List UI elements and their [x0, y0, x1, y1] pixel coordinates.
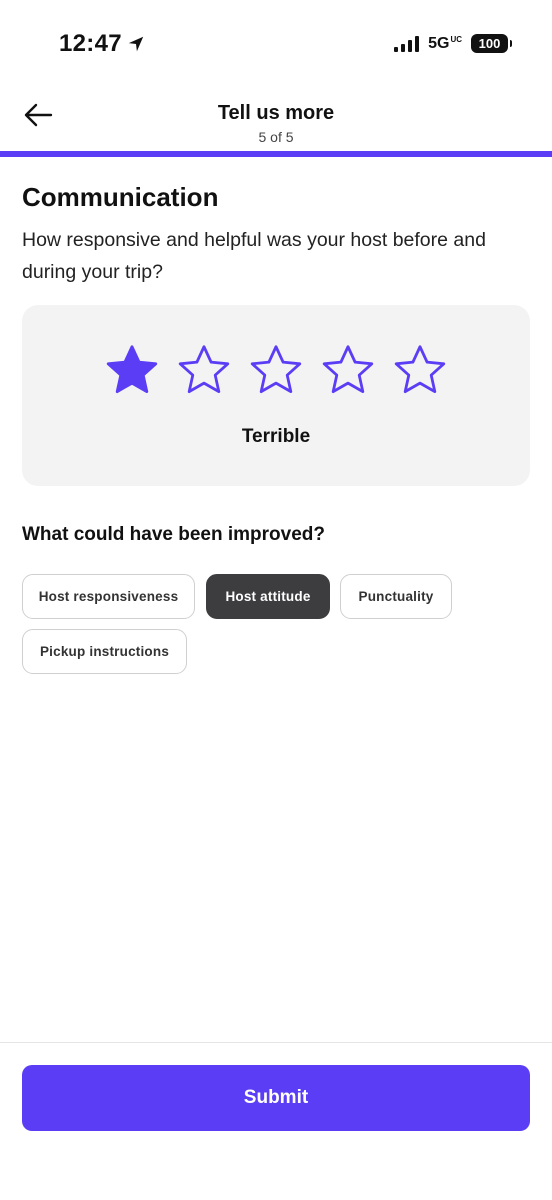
- star-5[interactable]: [392, 343, 448, 399]
- status-icons: 5G UC 100: [394, 34, 512, 53]
- submit-button[interactable]: Submit: [22, 1065, 530, 1131]
- header: Tell us more 5 of 5: [0, 90, 552, 152]
- chip-host-responsiveness[interactable]: Host responsiveness: [22, 574, 195, 619]
- progress-fill: [0, 151, 552, 157]
- rating-card: Terrible: [22, 305, 530, 486]
- section-question: How responsive and helpful was your host…: [22, 229, 486, 283]
- star-rating: [22, 343, 530, 399]
- chip-pickup-instructions[interactable]: Pickup instructions: [22, 629, 187, 674]
- status-time: 12:47: [59, 30, 145, 58]
- signal-icon: [394, 35, 420, 52]
- battery-level: 100: [478, 36, 501, 51]
- network-badge: UC: [450, 34, 462, 44]
- step-indicator: 5 of 5: [258, 129, 294, 145]
- battery-icon: 100: [471, 34, 512, 53]
- star-1[interactable]: [104, 343, 160, 399]
- location-arrow-icon: [128, 36, 144, 52]
- rating-label: Terrible: [241, 426, 311, 447]
- status-time-text: 12:47: [59, 30, 122, 57]
- status-bar: 12:47 5G UC 100: [0, 0, 552, 90]
- improvements-title: What could have been improved?: [22, 524, 325, 545]
- progress-bar: [0, 151, 552, 157]
- star-3[interactable]: [248, 343, 304, 399]
- chip-punctuality[interactable]: Punctuality: [340, 574, 452, 619]
- screen: 12:47 5G UC 100 Tell us more 5 of 5 Comm…: [0, 0, 552, 1200]
- star-2[interactable]: [176, 343, 232, 399]
- page-title: Tell us more: [217, 102, 335, 124]
- network-label: 5G: [428, 34, 450, 52]
- section-title: Communication: [22, 182, 219, 212]
- star-4[interactable]: [320, 343, 376, 399]
- chip-host-attitude[interactable]: Host attitude: [206, 574, 330, 619]
- network-indicator: 5G UC: [428, 35, 462, 53]
- footer-divider: [0, 1042, 552, 1043]
